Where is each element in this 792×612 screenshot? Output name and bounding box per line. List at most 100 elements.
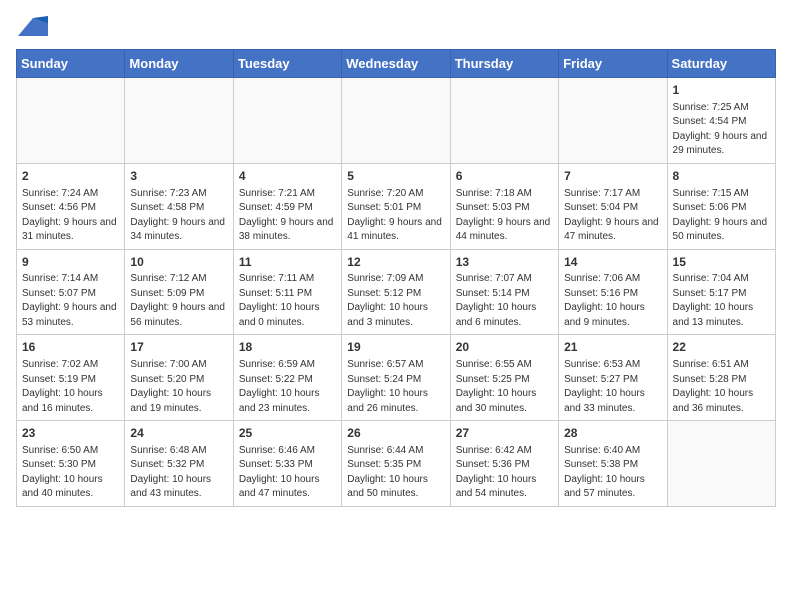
calendar-week-4: 16 Sunrise: 7:02 AM Sunset: 5:19 PM Dayli…: [17, 335, 776, 421]
calendar-cell: 21 Sunrise: 6:53 AM Sunset: 5:27 PM Dayli…: [559, 335, 667, 421]
calendar-cell: [667, 421, 775, 507]
logo-icon: [18, 16, 48, 36]
day-info: Sunrise: 6:48 AM Sunset: 5:32 PM Dayligh…: [130, 444, 227, 502]
day-number: 19: [347, 339, 444, 356]
day-info: Sunrise: 7:14 AM Sunset: 5:07 PM Dayligh…: [22, 272, 119, 330]
day-info: Sunrise: 7:15 AM Sunset: 5:06 PM Dayligh…: [673, 187, 770, 245]
calendar-cell: 13Sunrise: 7:07 AM Sunset: 5:14 PM Dayli…: [450, 249, 558, 335]
day-header-sunday: Sunday: [17, 50, 125, 78]
calendar-week-1: 1 Sunrise: 7:25 AM Sunset: 4:54 PM Daylig…: [17, 78, 776, 164]
calendar-cell: 19 Sunrise: 6:57 AM Sunset: 5:24 PM Dayli…: [342, 335, 450, 421]
day-info: Sunrise: 7:25 AM Sunset: 4:54 PM Dayligh…: [673, 101, 770, 159]
day-info: Sunrise: 6:59 AM Sunset: 5:22 PM Dayligh…: [239, 358, 336, 416]
calendar-cell: [233, 78, 341, 164]
day-number: 5: [347, 168, 444, 185]
calendar-table: SundayMondayTuesdayWednesdayThursdayFrid…: [16, 49, 776, 507]
day-number: 3: [130, 168, 227, 185]
day-info: Sunrise: 7:23 AM Sunset: 4:58 PM Dayligh…: [130, 187, 227, 245]
day-number: 23: [22, 425, 119, 442]
day-number: 18: [239, 339, 336, 356]
calendar-cell: 22 Sunrise: 6:51 AM Sunset: 5:28 PM Dayli…: [667, 335, 775, 421]
day-info: Sunrise: 7:09 AM Sunset: 5:12 PM Dayligh…: [347, 272, 444, 330]
calendar-cell: 14Sunrise: 7:06 AM Sunset: 5:16 PM Dayli…: [559, 249, 667, 335]
day-number: 12: [347, 254, 444, 271]
day-number: 11: [239, 254, 336, 271]
day-number: 15: [673, 254, 770, 271]
calendar-cell: 26 Sunrise: 6:44 AM Sunset: 5:35 PM Dayli…: [342, 421, 450, 507]
day-number: 8: [673, 168, 770, 185]
day-number: 16: [22, 339, 119, 356]
day-header-saturday: Saturday: [667, 50, 775, 78]
day-header-monday: Monday: [125, 50, 233, 78]
day-info: Sunrise: 6:44 AM Sunset: 5:35 PM Dayligh…: [347, 444, 444, 502]
calendar-cell: 20 Sunrise: 6:55 AM Sunset: 5:25 PM Dayli…: [450, 335, 558, 421]
day-info: Sunrise: 7:17 AM Sunset: 5:04 PM Dayligh…: [564, 187, 661, 245]
calendar-cell: [17, 78, 125, 164]
day-number: 6: [456, 168, 553, 185]
logo: [16, 16, 48, 41]
day-headers-row: SundayMondayTuesdayWednesdayThursdayFrid…: [17, 50, 776, 78]
calendar-cell: 1 Sunrise: 7:25 AM Sunset: 4:54 PM Daylig…: [667, 78, 775, 164]
calendar-cell: 3 Sunrise: 7:23 AM Sunset: 4:58 PM Daylig…: [125, 163, 233, 249]
day-header-wednesday: Wednesday: [342, 50, 450, 78]
calendar-cell: 27 Sunrise: 6:42 AM Sunset: 5:36 PM Dayli…: [450, 421, 558, 507]
calendar-cell: 28 Sunrise: 6:40 AM Sunset: 5:38 PM Dayli…: [559, 421, 667, 507]
calendar-cell: [125, 78, 233, 164]
calendar-cell: [342, 78, 450, 164]
day-number: 17: [130, 339, 227, 356]
day-number: 21: [564, 339, 661, 356]
calendar-cell: 16 Sunrise: 7:02 AM Sunset: 5:19 PM Dayli…: [17, 335, 125, 421]
day-header-tuesday: Tuesday: [233, 50, 341, 78]
calendar-cell: 6 Sunrise: 7:18 AM Sunset: 5:03 PM Daylig…: [450, 163, 558, 249]
day-info: Sunrise: 6:55 AM Sunset: 5:25 PM Dayligh…: [456, 358, 553, 416]
calendar-cell: 7 Sunrise: 7:17 AM Sunset: 5:04 PM Daylig…: [559, 163, 667, 249]
day-info: Sunrise: 6:57 AM Sunset: 5:24 PM Dayligh…: [347, 358, 444, 416]
day-number: 27: [456, 425, 553, 442]
day-info: Sunrise: 7:00 AM Sunset: 5:20 PM Dayligh…: [130, 358, 227, 416]
day-number: 10: [130, 254, 227, 271]
day-number: 20: [456, 339, 553, 356]
day-info: Sunrise: 6:51 AM Sunset: 5:28 PM Dayligh…: [673, 358, 770, 416]
calendar-cell: 2 Sunrise: 7:24 AM Sunset: 4:56 PM Daylig…: [17, 163, 125, 249]
calendar-cell: 11Sunrise: 7:11 AM Sunset: 5:11 PM Dayli…: [233, 249, 341, 335]
calendar-cell: 9Sunrise: 7:14 AM Sunset: 5:07 PM Daylig…: [17, 249, 125, 335]
calendar-week-5: 23Sunrise: 6:50 AM Sunset: 5:30 PM Dayli…: [17, 421, 776, 507]
day-info: Sunrise: 7:18 AM Sunset: 5:03 PM Dayligh…: [456, 187, 553, 245]
day-number: 13: [456, 254, 553, 271]
calendar-cell: 18 Sunrise: 6:59 AM Sunset: 5:22 PM Dayli…: [233, 335, 341, 421]
day-info: Sunrise: 7:21 AM Sunset: 4:59 PM Dayligh…: [239, 187, 336, 245]
calendar-cell: 24 Sunrise: 6:48 AM Sunset: 5:32 PM Dayli…: [125, 421, 233, 507]
day-info: Sunrise: 6:53 AM Sunset: 5:27 PM Dayligh…: [564, 358, 661, 416]
calendar-cell: [559, 78, 667, 164]
day-number: 1: [673, 82, 770, 99]
day-info: Sunrise: 6:42 AM Sunset: 5:36 PM Dayligh…: [456, 444, 553, 502]
day-number: 26: [347, 425, 444, 442]
day-number: 28: [564, 425, 661, 442]
day-info: Sunrise: 6:40 AM Sunset: 5:38 PM Dayligh…: [564, 444, 661, 502]
page-header: [16, 16, 776, 41]
calendar-cell: 8 Sunrise: 7:15 AM Sunset: 5:06 PM Daylig…: [667, 163, 775, 249]
day-info: Sunrise: 7:12 AM Sunset: 5:09 PM Dayligh…: [130, 272, 227, 330]
calendar-cell: 15Sunrise: 7:04 AM Sunset: 5:17 PM Dayli…: [667, 249, 775, 335]
day-number: 4: [239, 168, 336, 185]
calendar-cell: 5Sunrise: 7:20 AM Sunset: 5:01 PM Daylig…: [342, 163, 450, 249]
day-info: Sunrise: 7:24 AM Sunset: 4:56 PM Dayligh…: [22, 187, 119, 245]
calendar-cell: [450, 78, 558, 164]
day-info: Sunrise: 7:07 AM Sunset: 5:14 PM Dayligh…: [456, 272, 553, 330]
day-number: 2: [22, 168, 119, 185]
day-header-friday: Friday: [559, 50, 667, 78]
day-info: Sunrise: 7:06 AM Sunset: 5:16 PM Dayligh…: [564, 272, 661, 330]
day-info: Sunrise: 7:02 AM Sunset: 5:19 PM Dayligh…: [22, 358, 119, 416]
day-number: 24: [130, 425, 227, 442]
calendar-cell: 10Sunrise: 7:12 AM Sunset: 5:09 PM Dayli…: [125, 249, 233, 335]
day-header-thursday: Thursday: [450, 50, 558, 78]
day-number: 25: [239, 425, 336, 442]
day-info: Sunrise: 6:46 AM Sunset: 5:33 PM Dayligh…: [239, 444, 336, 502]
calendar-cell: 25 Sunrise: 6:46 AM Sunset: 5:33 PM Dayli…: [233, 421, 341, 507]
day-number: 14: [564, 254, 661, 271]
day-info: Sunrise: 7:04 AM Sunset: 5:17 PM Dayligh…: [673, 272, 770, 330]
day-number: 7: [564, 168, 661, 185]
calendar-cell: 23Sunrise: 6:50 AM Sunset: 5:30 PM Dayli…: [17, 421, 125, 507]
day-number: 22: [673, 339, 770, 356]
calendar-cell: 17 Sunrise: 7:00 AM Sunset: 5:20 PM Dayli…: [125, 335, 233, 421]
